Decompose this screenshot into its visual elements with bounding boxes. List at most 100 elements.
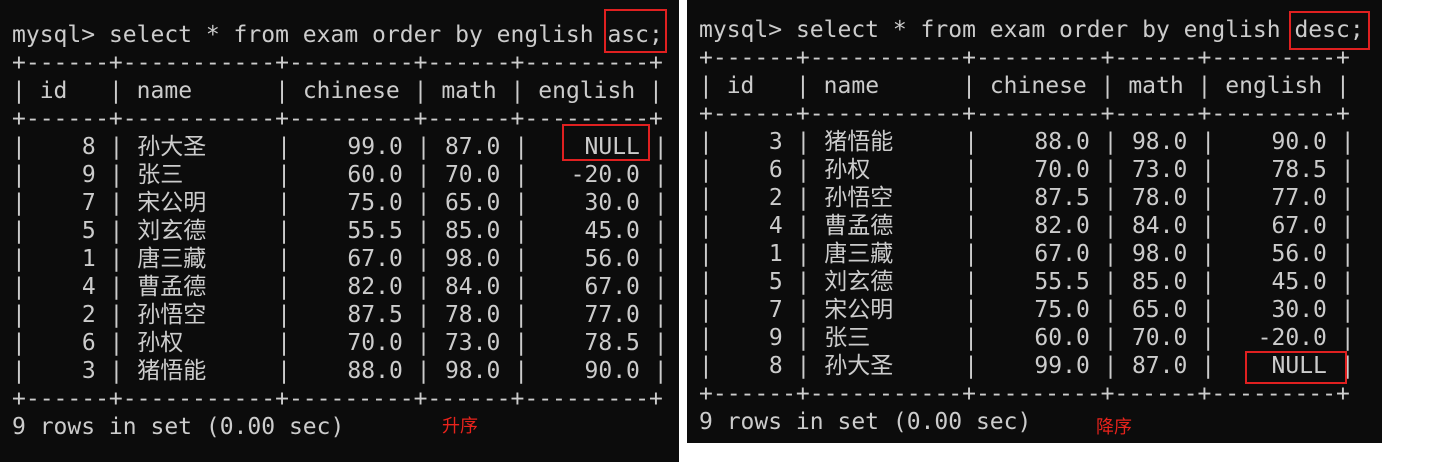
caption-ascending: 升序 — [442, 416, 478, 437]
cell-english: 77.0 — [584, 302, 640, 328]
cell-math: 65.0 — [444, 190, 501, 216]
cell-chinese: 87.5 — [347, 302, 403, 328]
cell-name: 猪悟能 — [824, 129, 894, 155]
col-chinese-header: chinese — [302, 78, 400, 104]
table-header: | id | name | chinese | math | english | — [699, 73, 1350, 99]
cell-name: 孙悟空 — [824, 185, 894, 211]
cell-id: 8 — [768, 353, 783, 379]
cell-math: 98.0 — [444, 246, 501, 272]
query-line: mysql> select * from exam order by engli… — [12, 22, 663, 48]
cell-name: 孙悟空 — [137, 302, 207, 328]
cell-chinese: 70.0 — [347, 330, 403, 356]
table-row: | 9 | 张三 | 60.0 | 70.0 | -20.0 | — [699, 325, 1355, 351]
terminal-right: mysql> select * from exam order by engli… — [687, 0, 1382, 443]
cell-english: 78.5 — [584, 330, 640, 356]
table-row: | 3 | 猪悟能 | 88.0 | 98.0 | 90.0 | — [12, 358, 668, 384]
cell-english: 90.0 — [1271, 129, 1327, 155]
cell-math: 85.0 — [444, 218, 501, 244]
cell-name: 唐三藏 — [824, 241, 894, 267]
cell-english: 67.0 — [1271, 213, 1327, 239]
cell-id: 2 — [768, 185, 783, 211]
table-row: | 7 | 宋公明 | 75.0 | 65.0 | 30.0 | — [699, 297, 1355, 323]
table-row: | 2 | 孙悟空 | 87.5 | 78.0 | 77.0 | — [12, 302, 668, 328]
table-row: | 9 | 张三 | 60.0 | 70.0 | -20.0 | — [12, 162, 668, 188]
cell-id: 8 — [81, 134, 96, 160]
table-border-mid: +------+-----------+---------+------+---… — [699, 101, 1350, 127]
table-row: | 6 | 孙权 | 70.0 | 73.0 | 78.5 | — [12, 330, 668, 356]
cell-name: 张三 — [824, 325, 871, 351]
cell-chinese: 88.0 — [347, 358, 403, 384]
cell-math: 85.0 — [1131, 269, 1188, 295]
cell-name: 孙权 — [824, 157, 871, 183]
table-row: | 7 | 宋公明 | 75.0 | 65.0 | 30.0 | — [12, 190, 668, 216]
cell-id: 5 — [768, 269, 783, 295]
table-row: | 5 | 刘玄德 | 55.5 | 85.0 | 45.0 | — [699, 269, 1355, 295]
col-english-header: english — [1225, 73, 1323, 99]
cell-id: 9 — [81, 162, 96, 188]
cell-id: 3 — [81, 358, 96, 384]
table-row: | 3 | 猪悟能 | 88.0 | 98.0 | 90.0 | — [699, 129, 1355, 155]
cell-english: 56.0 — [584, 246, 640, 272]
cell-math: 84.0 — [444, 274, 501, 300]
cell-english: 30.0 — [584, 190, 640, 216]
cell-chinese: 99.0 — [1034, 353, 1090, 379]
col-english-header: english — [538, 78, 636, 104]
order-keyword: desc; — [1294, 17, 1364, 43]
table-row: | 4 | 曹孟德 | 82.0 | 84.0 | 67.0 | — [12, 274, 668, 300]
table-row: | 1 | 唐三藏 | 67.0 | 98.0 | 56.0 | — [699, 241, 1355, 267]
cell-chinese: 67.0 — [347, 246, 403, 272]
cell-math: 65.0 — [1131, 297, 1188, 323]
table-border-mid: +------+-----------+---------+------+---… — [12, 106, 663, 132]
cell-math: 84.0 — [1131, 213, 1188, 239]
cell-id: 5 — [81, 218, 96, 244]
col-id-header: id — [39, 78, 68, 104]
cell-name: 猪悟能 — [137, 358, 207, 384]
cell-english: 77.0 — [1271, 185, 1327, 211]
cell-english: 30.0 — [1271, 297, 1327, 323]
cell-chinese: 82.0 — [347, 274, 403, 300]
cell-id: 4 — [81, 274, 96, 300]
cell-name: 孙大圣 — [824, 353, 894, 379]
cell-id: 6 — [768, 157, 783, 183]
cell-chinese: 60.0 — [1034, 325, 1090, 351]
cell-name: 孙大圣 — [137, 134, 207, 160]
cell-name: 曹孟德 — [824, 213, 894, 239]
cell-id: 3 — [768, 129, 783, 155]
cell-name: 孙权 — [137, 330, 184, 356]
cell-chinese: 75.0 — [1034, 297, 1090, 323]
cell-chinese: 55.5 — [1034, 269, 1090, 295]
cell-math: 78.0 — [444, 302, 501, 328]
cell-chinese: 99.0 — [347, 134, 403, 160]
cell-name: 唐三藏 — [137, 246, 207, 272]
cell-chinese: 75.0 — [347, 190, 403, 216]
cell-name: 刘玄德 — [824, 269, 894, 295]
col-id-header: id — [726, 73, 755, 99]
cell-id: 2 — [81, 302, 96, 328]
cell-english: 90.0 — [584, 358, 640, 384]
cell-math: 98.0 — [1131, 129, 1188, 155]
col-math-header: math — [441, 78, 497, 104]
query-line: mysql> select * from exam order by engli… — [699, 17, 1364, 43]
cell-english: NULL — [584, 134, 640, 160]
cell-chinese: 82.0 — [1034, 213, 1090, 239]
cell-math: 98.0 — [444, 358, 501, 384]
cell-id: 1 — [81, 246, 96, 272]
table-border-top: +------+-----------+---------+------+---… — [12, 50, 663, 76]
cell-math: 98.0 — [1131, 241, 1188, 267]
cell-name: 刘玄德 — [137, 218, 207, 244]
table-border-bottom: +------+-----------+---------+------+---… — [12, 386, 663, 412]
col-name-header: name — [823, 73, 880, 99]
cell-chinese: 88.0 — [1034, 129, 1090, 155]
cell-chinese: 70.0 — [1034, 157, 1090, 183]
cell-math: 78.0 — [1131, 185, 1188, 211]
cell-english: 67.0 — [584, 274, 640, 300]
table-row: | 8 | 孙大圣 | 99.0 | 87.0 | NULL | — [699, 353, 1355, 379]
footer-text: 9 rows in set (0.00 sec) — [699, 409, 1032, 435]
cell-name: 宋公明 — [137, 190, 207, 216]
cell-id: 1 — [768, 241, 783, 267]
cell-math: 70.0 — [1131, 325, 1188, 351]
table-row: | 1 | 唐三藏 | 67.0 | 98.0 | 56.0 | — [12, 246, 668, 272]
cell-name: 曹孟德 — [137, 274, 207, 300]
cell-name: 宋公明 — [824, 297, 894, 323]
table-row: | 5 | 刘玄德 | 55.5 | 85.0 | 45.0 | — [12, 218, 668, 244]
